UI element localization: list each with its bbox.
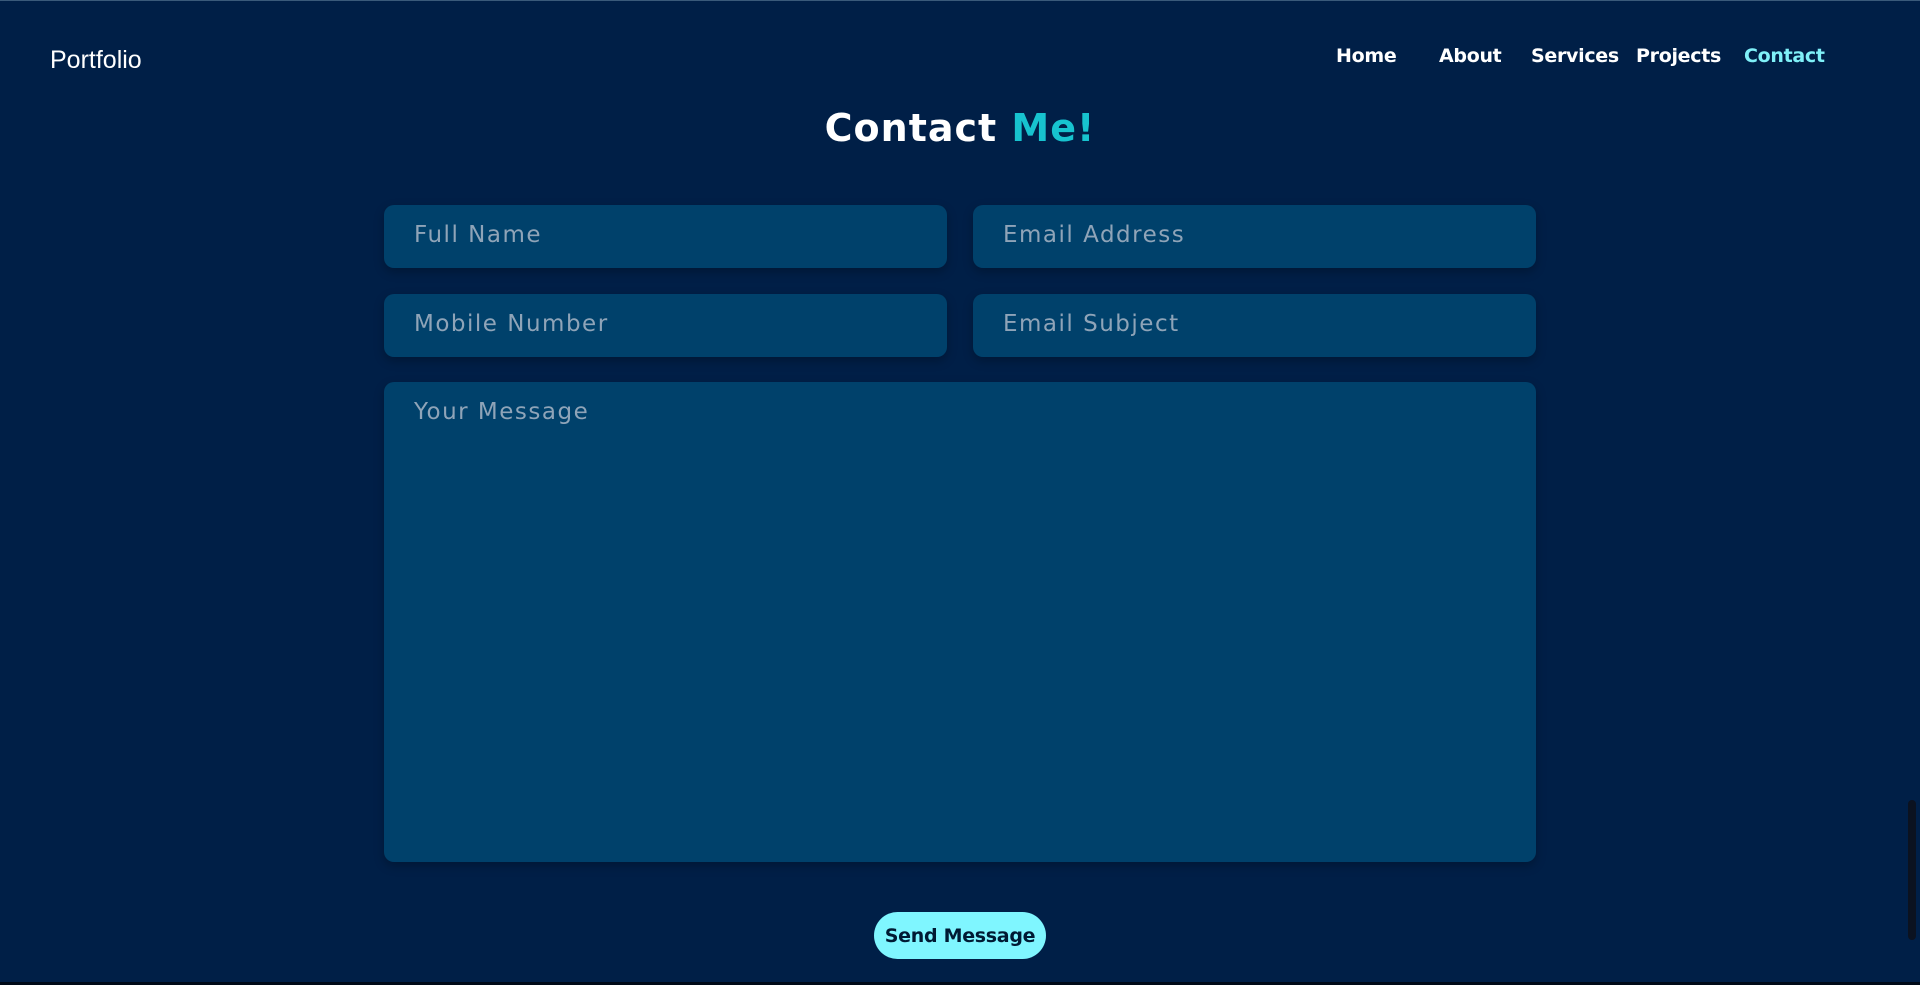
email-placeholder: Email Address — [1003, 222, 1186, 248]
nav-about[interactable]: About — [1439, 45, 1502, 67]
mobile-placeholder: Mobile Number — [414, 311, 609, 337]
email-input[interactable]: Email Address — [973, 205, 1536, 268]
scrollbar-thumb[interactable] — [1908, 800, 1916, 940]
nav-services[interactable]: Services — [1531, 45, 1619, 67]
nav-projects[interactable]: Projects — [1636, 45, 1721, 67]
subject-input[interactable]: Email Subject — [973, 294, 1536, 357]
full-name-placeholder: Full Name — [414, 222, 542, 248]
message-placeholder: Your Message — [414, 399, 590, 425]
top-border — [0, 0, 1920, 1]
nav-contact[interactable]: Contact — [1744, 45, 1825, 67]
mobile-input[interactable]: Mobile Number — [384, 294, 947, 357]
page-title: Contact Me! — [0, 106, 1920, 150]
send-message-button[interactable]: Send Message — [874, 912, 1046, 959]
page-title-main: Contact — [824, 106, 1012, 150]
full-name-input[interactable]: Full Name — [384, 205, 947, 268]
subject-placeholder: Email Subject — [1003, 311, 1180, 337]
message-textarea[interactable]: Your Message — [384, 382, 1536, 862]
page-title-accent: Me! — [1011, 106, 1096, 150]
main-nav: Home About Services Projects Contact — [0, 45, 1920, 75]
nav-home[interactable]: Home — [1336, 45, 1397, 67]
